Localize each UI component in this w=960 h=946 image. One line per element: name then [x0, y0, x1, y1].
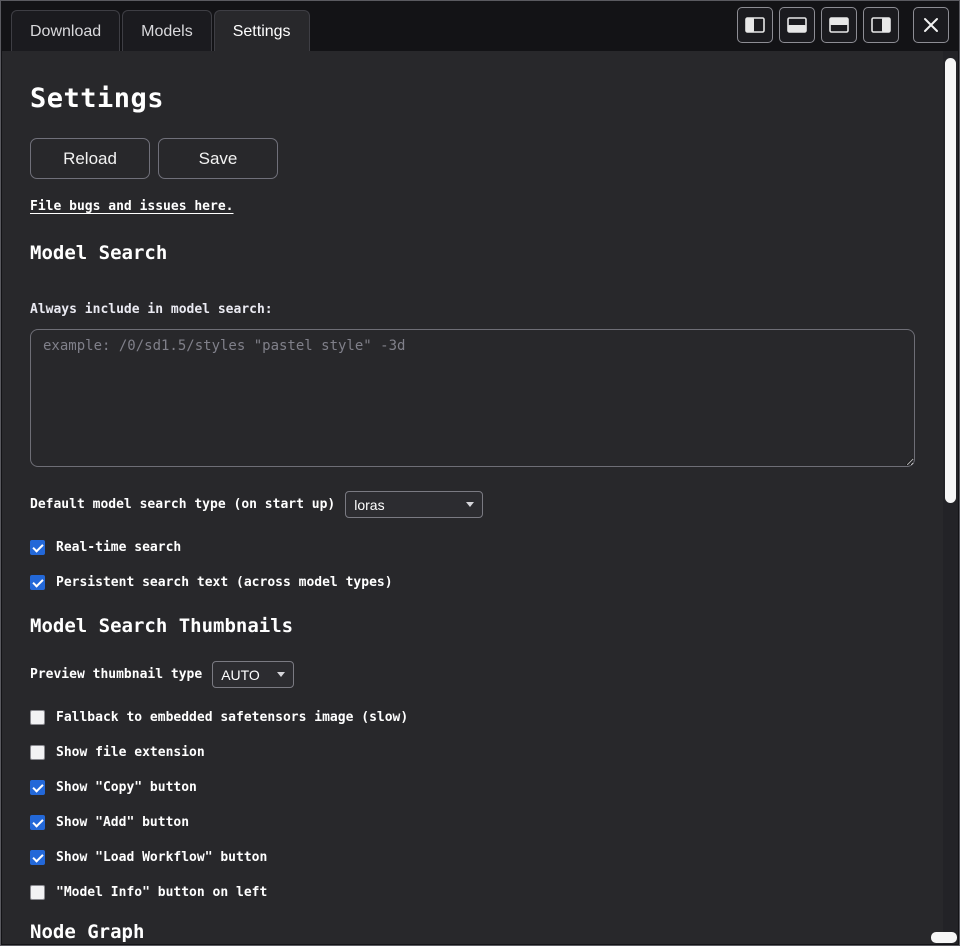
topbar-actions: [737, 7, 949, 45]
tab-settings[interactable]: Settings: [214, 10, 310, 51]
always-include-label: Always include in model search:: [30, 302, 915, 317]
settings-panel: Settings Reload Save File bugs and issue…: [2, 51, 943, 944]
setting-row-show-extension: Show file extension: [30, 743, 915, 761]
setting-row-show-copy: Show "Copy" button: [30, 778, 915, 796]
reload-button[interactable]: Reload: [30, 138, 150, 179]
action-buttons: Reload Save: [30, 138, 915, 179]
setting-row-show-load-workflow: Show "Load Workflow" button: [30, 848, 915, 866]
checkbox-label: Fallback to embedded safetensors image (…: [56, 710, 408, 725]
checkbox-show-load-workflow[interactable]: [30, 850, 45, 865]
setting-row-persistent-search: Persistent search text (across model typ…: [30, 573, 915, 591]
checkbox-label: Persistent search text (across model typ…: [56, 575, 393, 590]
vertical-scrollbar-thumb[interactable]: [945, 58, 956, 503]
page-title: Settings: [30, 83, 915, 114]
topbar: Download Models Settings: [1, 1, 959, 51]
dock-left-icon: [745, 17, 765, 33]
select-value: loras: [354, 497, 384, 513]
section-heading-node-graph: Node Graph: [30, 921, 915, 943]
checkbox-realtime-search[interactable]: [30, 540, 45, 555]
save-button[interactable]: Save: [158, 138, 278, 179]
dock-top-icon: [829, 17, 849, 33]
checkbox-label: Real-time search: [56, 540, 181, 555]
checkbox-label: Show "Copy" button: [56, 780, 197, 795]
default-search-type-row: Default model search type (on start up) …: [30, 491, 915, 518]
preview-thumbnail-row: Preview thumbnail type AUTO: [30, 661, 915, 688]
section-heading-thumbnails: Model Search Thumbnails: [30, 615, 915, 637]
dock-left-button[interactable]: [737, 7, 773, 43]
dock-right-button[interactable]: [863, 7, 899, 43]
close-button[interactable]: [913, 7, 949, 43]
setting-row-model-info-left: "Model Info" button on left: [30, 883, 915, 901]
checkbox-label: Show "Load Workflow" button: [56, 850, 267, 865]
checkbox-persistent-search[interactable]: [30, 575, 45, 590]
tab-download[interactable]: Download: [11, 10, 120, 51]
tab-models[interactable]: Models: [122, 10, 212, 51]
setting-row-show-add: Show "Add" button: [30, 813, 915, 831]
default-search-type-label: Default model search type (on start up): [30, 497, 335, 512]
checkbox-show-add[interactable]: [30, 815, 45, 830]
chevron-down-icon: [277, 672, 285, 677]
always-include-textarea[interactable]: [30, 329, 915, 467]
chevron-down-icon: [466, 502, 474, 507]
section-heading-model-search: Model Search: [30, 242, 915, 264]
checkbox-model-info-left[interactable]: [30, 885, 45, 900]
close-icon: [923, 17, 939, 33]
select-value: AUTO: [221, 667, 260, 683]
checkbox-label: "Model Info" button on left: [56, 885, 267, 900]
preview-thumbnail-select[interactable]: AUTO: [212, 661, 294, 688]
checkbox-show-copy[interactable]: [30, 780, 45, 795]
vertical-scrollbar-track[interactable]: [943, 51, 958, 944]
dock-bottom-icon: [787, 17, 807, 33]
checkbox-fallback-safetensors[interactable]: [30, 710, 45, 725]
dock-bottom-button[interactable]: [779, 7, 815, 43]
preview-thumbnail-label: Preview thumbnail type: [30, 667, 202, 682]
checkbox-label: Show file extension: [56, 745, 205, 760]
setting-row-realtime-search: Real-time search: [30, 538, 915, 556]
checkbox-label: Show "Add" button: [56, 815, 189, 830]
tab-bar: Download Models Settings: [11, 1, 310, 51]
settings-window: Download Models Settings: [0, 0, 960, 946]
horizontal-scrollbar-thumb[interactable]: [931, 932, 957, 943]
checkbox-show-extension[interactable]: [30, 745, 45, 760]
setting-row-fallback-safetensors: Fallback to embedded safetensors image (…: [30, 708, 915, 726]
dock-right-icon: [871, 17, 891, 33]
dock-top-button[interactable]: [821, 7, 857, 43]
default-search-type-select[interactable]: loras: [345, 491, 483, 518]
file-bugs-link[interactable]: File bugs and issues here.: [30, 199, 234, 214]
